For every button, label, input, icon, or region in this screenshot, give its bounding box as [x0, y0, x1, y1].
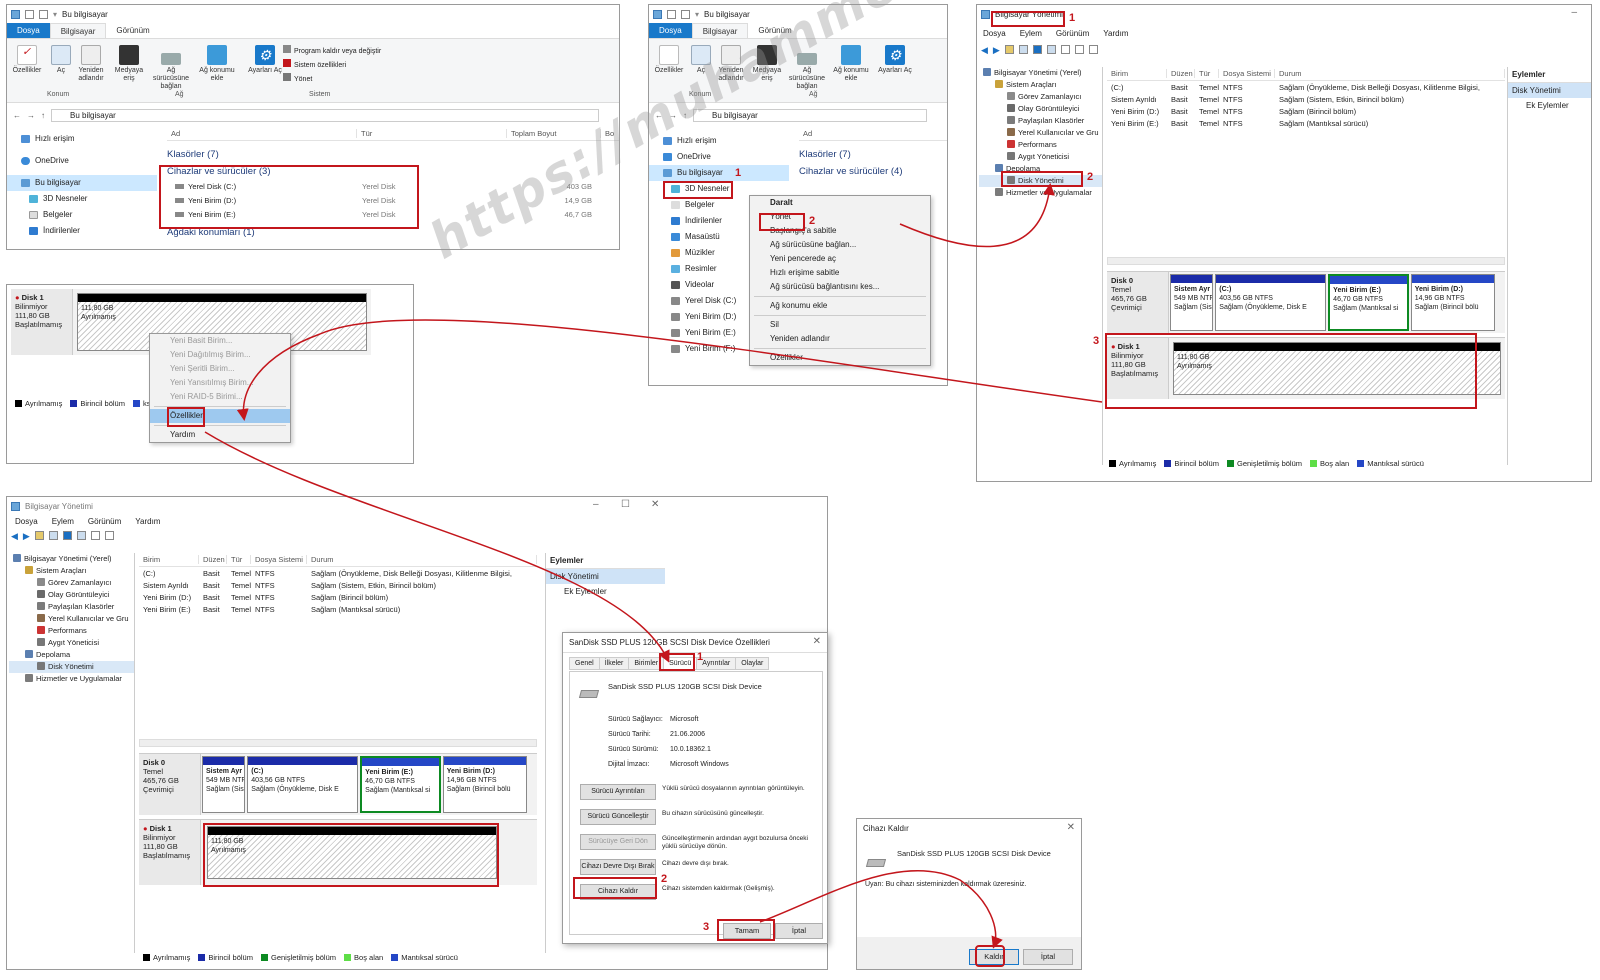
arrow-properties-to-dialog — [204, 431, 670, 663]
arrow-disk1-to-context — [236, 319, 1103, 421]
arrow-ok-to-remove — [759, 870, 1003, 949]
flow-arrows — [204, 183, 1103, 949]
arrow-manage-to-disk-mgmt — [899, 183, 1055, 248]
